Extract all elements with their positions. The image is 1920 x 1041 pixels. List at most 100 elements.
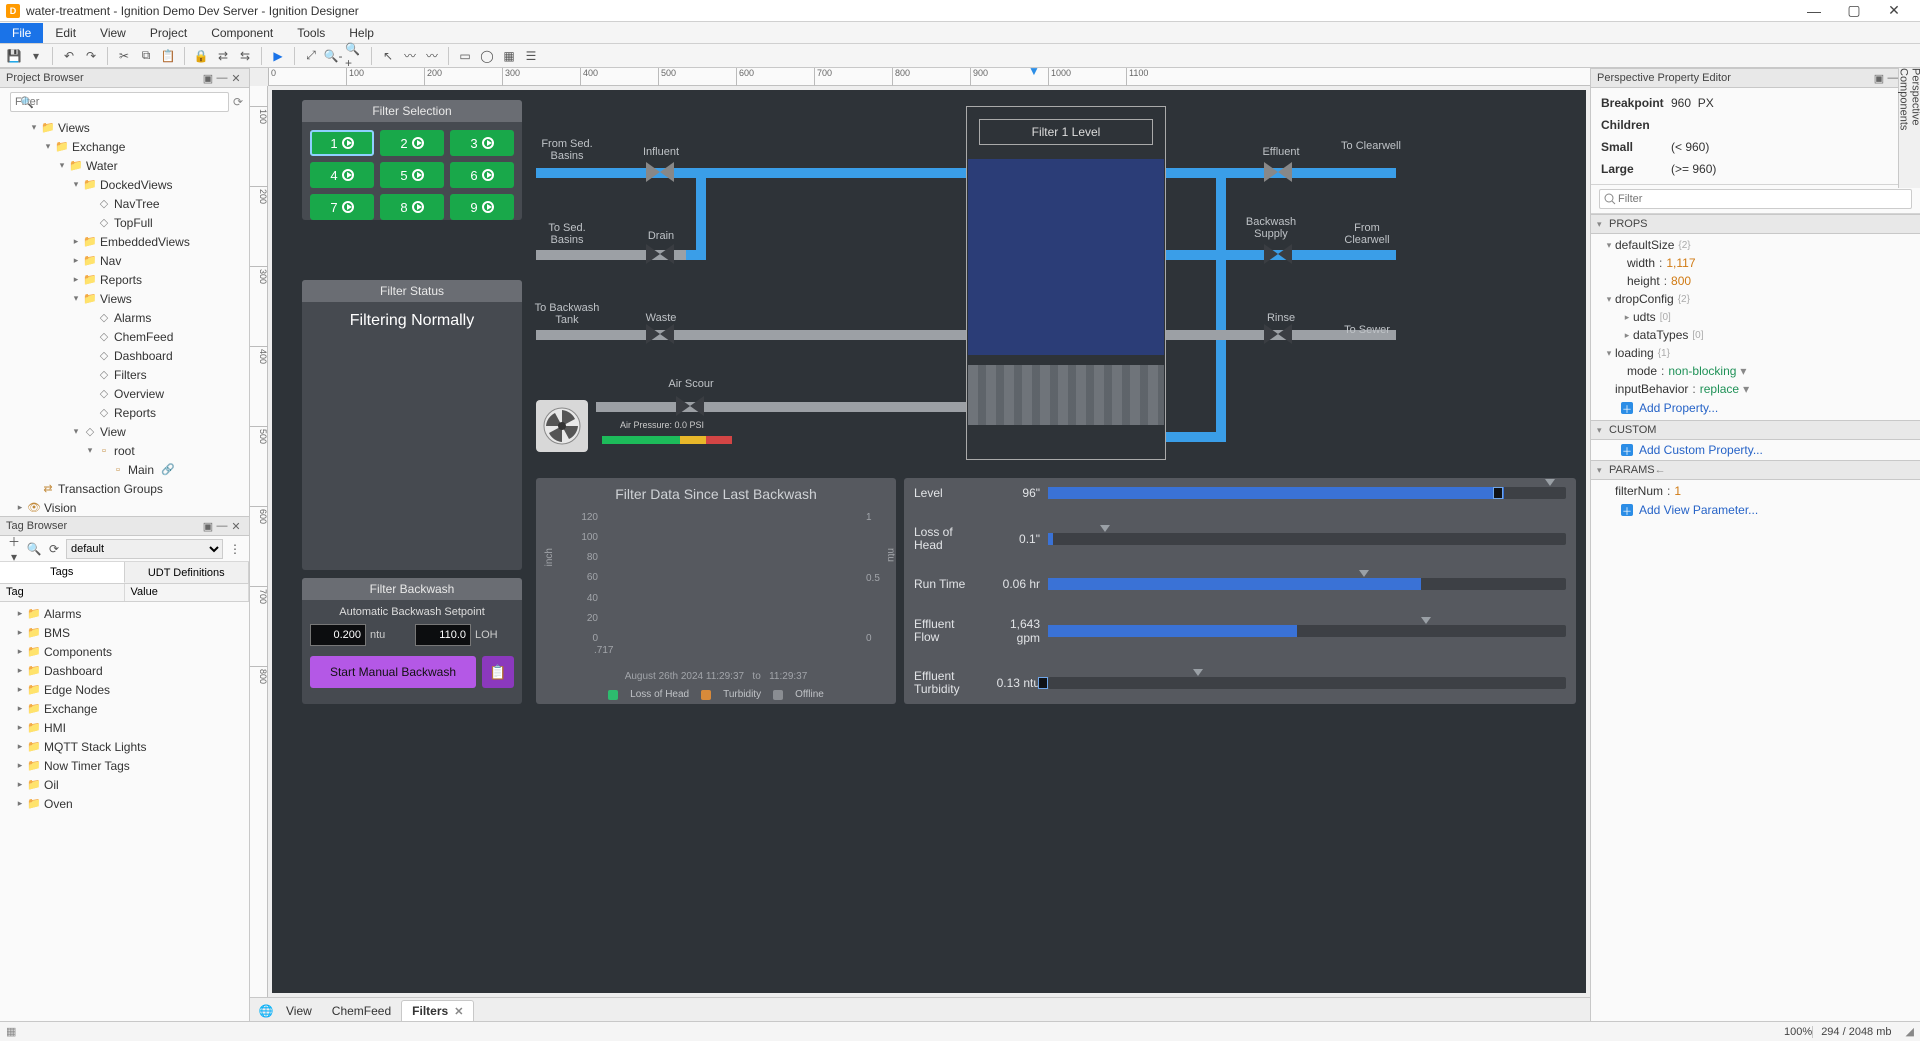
prop-inputBehavior-val[interactable]: replace: [1700, 382, 1739, 396]
tree-item[interactable]: ◇ChemFeed: [0, 327, 249, 346]
minimize-button[interactable]: —: [1794, 3, 1834, 19]
tab-udt[interactable]: UDT Definitions: [125, 562, 250, 583]
tree-item[interactable]: ▸📁Nav: [0, 251, 249, 270]
panel-popout-icon[interactable]: ▣: [201, 520, 215, 533]
menu-file[interactable]: File: [0, 23, 43, 43]
tag-folder[interactable]: ▸📁Components: [0, 642, 249, 661]
tag-folder[interactable]: ▸📁Dashboard: [0, 661, 249, 680]
globe-icon[interactable]: 🌐: [256, 1001, 276, 1021]
tag-provider-select[interactable]: default: [66, 539, 223, 559]
menu-project[interactable]: Project: [138, 23, 199, 43]
tag-folder[interactable]: ▸📁MQTT Stack Lights: [0, 737, 249, 756]
prop-height-val[interactable]: 800: [1671, 274, 1691, 288]
valve-air-icon[interactable]: [676, 396, 704, 416]
tree-item[interactable]: ▸👁Vision: [0, 498, 249, 516]
tree-item[interactable]: ▾📁Views: [0, 289, 249, 308]
valve-influent-icon[interactable]: [646, 162, 674, 182]
shape-stack-icon[interactable]: ☰: [521, 46, 541, 66]
save-icon[interactable]: 💾: [4, 46, 24, 66]
prop-loading[interactable]: loading: [1615, 346, 1654, 360]
filter-select-8[interactable]: 8: [380, 194, 444, 220]
project-filter-input[interactable]: [10, 92, 229, 112]
tree-item[interactable]: ▾◇View: [0, 422, 249, 441]
play-icon[interactable]: ▶: [268, 46, 288, 66]
shape-rect-icon[interactable]: ▭: [455, 46, 475, 66]
panel-close-icon[interactable]: ✕: [229, 520, 243, 533]
tree-item[interactable]: ▾📁DockedViews: [0, 175, 249, 194]
filter-select-2[interactable]: 2: [380, 130, 444, 156]
menu-edit[interactable]: Edit: [43, 23, 88, 43]
prop-dropConfig[interactable]: dropConfig: [1615, 292, 1674, 306]
grid-icon[interactable]: ▦: [6, 1025, 20, 1039]
add-custom-link[interactable]: ＋Add Custom Property...: [1591, 440, 1920, 460]
tree-item[interactable]: ◇Dashboard: [0, 346, 249, 365]
copy-icon[interactable]: ⧉: [136, 46, 156, 66]
prop-mode-val[interactable]: non-blocking: [1668, 364, 1736, 378]
tag-folder[interactable]: ▸📁Exchange: [0, 699, 249, 718]
menu-view[interactable]: View: [88, 23, 138, 43]
zoom-level[interactable]: 100%: [1784, 1026, 1812, 1038]
tree-item[interactable]: ◇NavTree: [0, 194, 249, 213]
panel-close-icon[interactable]: ✕: [229, 72, 243, 85]
prop-filter-input[interactable]: [1599, 189, 1912, 209]
project-tree[interactable]: ▾📁Views▾📁Exchange▾📁Water▾📁DockedViews◇Na…: [0, 116, 249, 516]
valve-waste-icon[interactable]: [646, 324, 674, 344]
blower-fan-icon[interactable]: [536, 400, 588, 452]
prop-inputBehavior[interactable]: inputBehavior: [1615, 382, 1688, 396]
zoom-fit-icon[interactable]: ⤢: [301, 46, 321, 66]
valve-bwsupply-icon[interactable]: [1264, 244, 1292, 264]
save-dropdown-icon[interactable]: ▾: [26, 46, 46, 66]
shape-circ-icon[interactable]: ◯: [477, 46, 497, 66]
filter-select-9[interactable]: 9: [450, 194, 514, 220]
panel-min-icon[interactable]: —: [215, 72, 229, 84]
tree-item[interactable]: ▾▫root: [0, 441, 249, 460]
legend-item[interactable]: Loss of Head: [630, 689, 689, 700]
path-b-icon[interactable]: 〰: [422, 46, 442, 66]
cursor-icon[interactable]: ↖: [378, 46, 398, 66]
refresh-icon[interactable]: ⟳: [233, 95, 243, 109]
prop-height[interactable]: height: [1627, 274, 1660, 288]
undo-icon[interactable]: ↶: [59, 46, 79, 66]
tab-tags[interactable]: Tags: [0, 562, 125, 583]
lock-icon[interactable]: 🔒: [191, 46, 211, 66]
prop-defaultSize[interactable]: defaultSize: [1615, 238, 1674, 252]
toggle-b-icon[interactable]: ⇆: [235, 46, 255, 66]
redo-icon[interactable]: ↷: [81, 46, 101, 66]
tab-view[interactable]: View: [276, 1001, 322, 1021]
arrow-left-icon[interactable]: ←: [1655, 464, 1666, 476]
zoom-out-icon[interactable]: 🔍-: [323, 46, 343, 66]
tree-item[interactable]: ◇Alarms: [0, 308, 249, 327]
components-strip[interactable]: Perspective Components: [1898, 68, 1920, 188]
prop-udts[interactable]: udts: [1633, 310, 1656, 324]
tree-item[interactable]: ▾📁Views: [0, 118, 249, 137]
filter-select-3[interactable]: 3: [450, 130, 514, 156]
tag-folder[interactable]: ▸📁Now Timer Tags: [0, 756, 249, 775]
tag-folder[interactable]: ▸📁BMS: [0, 623, 249, 642]
tab-chemfeed[interactable]: ChemFeed: [322, 1001, 401, 1021]
add-tag-icon[interactable]: ＋▾: [6, 533, 22, 564]
prop-dataTypes[interactable]: dataTypes: [1633, 328, 1688, 342]
tag-folder[interactable]: ▸📁HMI: [0, 718, 249, 737]
design-canvas[interactable]: Filter Selection 123456789 Filter 1 Mode…: [272, 90, 1586, 993]
filter-select-4[interactable]: 4: [310, 162, 374, 188]
path-a-icon[interactable]: 〰: [400, 46, 420, 66]
tag-folder[interactable]: ▸📁Edge Nodes: [0, 680, 249, 699]
chevron-down-icon[interactable]: ▾: [1736, 364, 1746, 378]
prop-filterNum-val[interactable]: 1: [1674, 484, 1681, 498]
valve-effluent-icon[interactable]: [1264, 162, 1292, 182]
loh-input[interactable]: [415, 624, 471, 646]
panel-popout-icon[interactable]: ▣: [1872, 72, 1886, 85]
tree-item[interactable]: ▾📁Exchange: [0, 137, 249, 156]
chevron-down-icon[interactable]: ▾: [1739, 382, 1749, 396]
tree-item[interactable]: ⇄Transaction Groups: [0, 479, 249, 498]
filter-select-7[interactable]: 7: [310, 194, 374, 220]
close-button[interactable]: ✕: [1874, 2, 1914, 19]
menu-component[interactable]: Component: [199, 23, 285, 43]
section-custom[interactable]: CUSTOM: [1609, 424, 1656, 436]
breakpoint-marker-icon[interactable]: ▼: [1028, 64, 1040, 78]
prop-filterNum[interactable]: filterNum: [1615, 484, 1663, 498]
tree-item[interactable]: ▾📁Water: [0, 156, 249, 175]
search-tag-icon[interactable]: 🔍: [26, 542, 42, 556]
tree-item[interactable]: ◇Filters: [0, 365, 249, 384]
prop-mode[interactable]: mode: [1627, 364, 1657, 378]
